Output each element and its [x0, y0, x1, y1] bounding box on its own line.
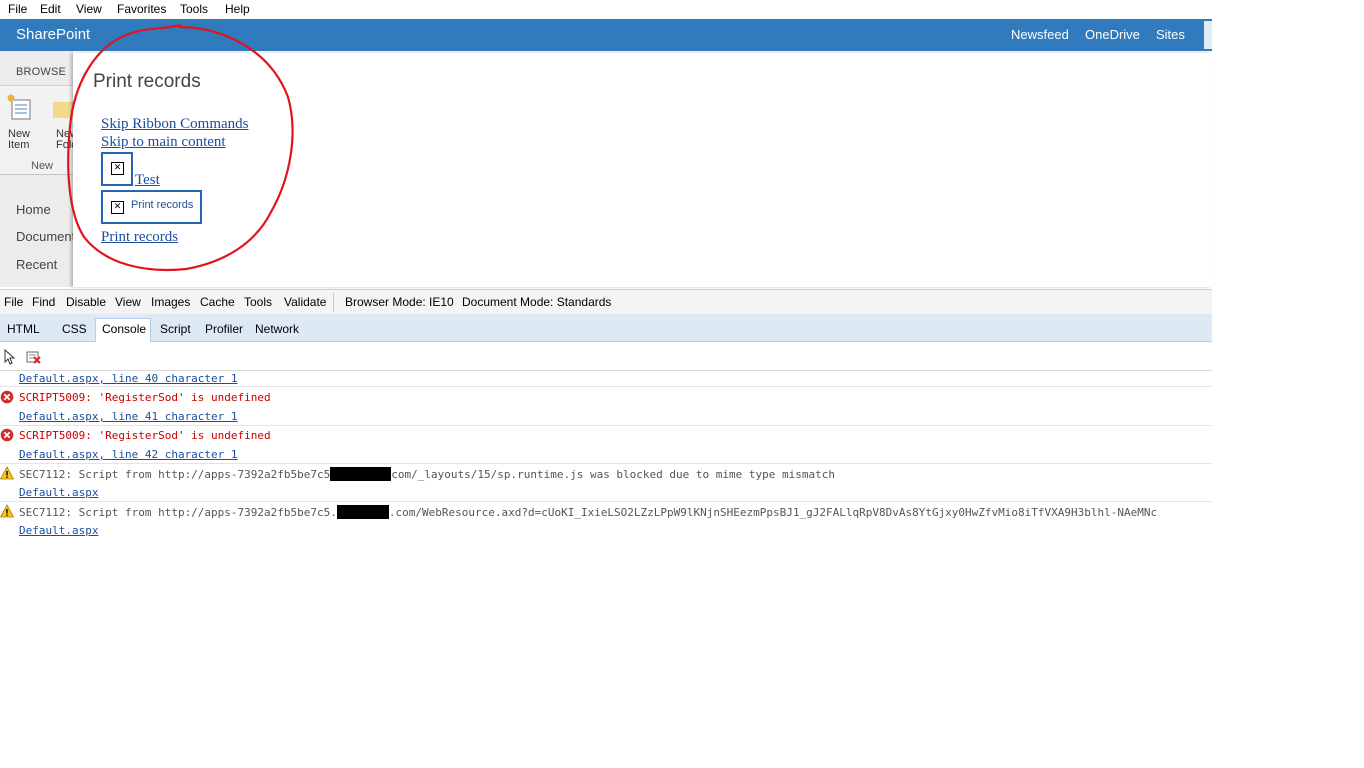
- console-entry: SEC7112: Script from http://apps-7392a2f…: [0, 502, 1212, 539]
- clear-console-icon[interactable]: [26, 351, 42, 364]
- annotation-circle: [67, 23, 294, 272]
- console-entry: SEC7112: Script from http://apps-7392a2f…: [0, 464, 1212, 502]
- console-error-message: SCRIPT5009: 'RegisterSod' is undefined: [19, 429, 271, 442]
- quick-launch-recent[interactable]: Recent: [16, 257, 73, 272]
- new-item-button[interactable]: New Item: [8, 129, 48, 151]
- ribbon-group-label: New: [31, 160, 54, 172]
- suite-link-sites[interactable]: Sites: [1156, 27, 1185, 42]
- browser-mode-menu[interactable]: Browser Mode: IE10: [345, 295, 454, 309]
- console-source-link[interactable]: Default.aspx: [19, 524, 98, 537]
- error-icon: [0, 390, 14, 404]
- console-source-link[interactable]: Default.aspx: [19, 486, 98, 499]
- suite-link-onedrive[interactable]: OneDrive: [1085, 27, 1140, 42]
- ribbon-tab-browse[interactable]: BROWSE: [16, 66, 66, 78]
- warning-icon: [0, 504, 14, 518]
- console-entry: SCRIPT5009: 'RegisterSod' is undefined D…: [0, 426, 1212, 464]
- ie-menu-help[interactable]: Help: [225, 2, 250, 16]
- devtools-menu-file[interactable]: File: [4, 295, 23, 309]
- ribbon-group-new: New Item New Folder New: [0, 86, 73, 175]
- warning-text-start: SEC7112: Script from http://apps-7392a2f…: [19, 468, 331, 481]
- devtools-menu-view[interactable]: View: [115, 295, 141, 309]
- select-element-icon[interactable]: [4, 349, 16, 365]
- console-source-link[interactable]: Default.aspx, line 41 character 1: [19, 410, 238, 423]
- redaction-bar: [330, 467, 392, 481]
- console-entry: Default.aspx, line 40 character 1: [0, 371, 1212, 387]
- tab-console[interactable]: Console: [102, 322, 146, 336]
- devtools-menu-separator: [333, 293, 334, 312]
- quick-launch-home[interactable]: Home: [16, 202, 73, 217]
- devtools-menu-cache[interactable]: Cache: [200, 295, 235, 309]
- console-source-link[interactable]: Default.aspx, line 40 character 1: [19, 372, 238, 385]
- ie-menu-view[interactable]: View: [76, 2, 102, 16]
- console-warning-message: SEC7112: Script from http://apps-7392a2f…: [19, 505, 1157, 519]
- warning-text-end: com/_layouts/15/sp.runtime.js was blocke…: [391, 468, 835, 481]
- devtools-menu-tools[interactable]: Tools: [244, 295, 272, 309]
- tab-html[interactable]: HTML: [7, 322, 40, 336]
- devtools-menu-bar: File Find Disable View Images Cache Tool…: [0, 289, 1212, 315]
- ie-menu-favorites[interactable]: Favorites: [117, 2, 166, 16]
- suite-bar-overflow: [1204, 21, 1212, 49]
- warning-text-start: SEC7112: Script from http://apps-7392a2f…: [19, 506, 337, 519]
- console-warning-message: SEC7112: Script from http://apps-7392a2f…: [19, 467, 835, 481]
- tab-profiler[interactable]: Profiler: [205, 322, 243, 336]
- tab-network[interactable]: Network: [255, 322, 299, 336]
- ribbon-area: BROWSE New Item New Folder New Home Docu…: [0, 51, 73, 287]
- console-source-link[interactable]: Default.aspx, line 42 character 1: [19, 448, 238, 461]
- console-toolbar: [0, 342, 1212, 371]
- document-mode-menu[interactable]: Document Mode: Standards: [462, 295, 611, 309]
- console-entry: SCRIPT5009: 'RegisterSod' is undefined D…: [0, 388, 1212, 426]
- ie-menu-tools[interactable]: Tools: [180, 2, 208, 16]
- tab-css[interactable]: CSS: [62, 322, 87, 336]
- ie-menu-file[interactable]: File: [8, 2, 27, 16]
- warning-text-end: .com/WebResource.axd?d=cUoKI_IxieLSO2LZz…: [388, 506, 1158, 519]
- quick-launch-documents[interactable]: Documents: [16, 229, 73, 244]
- new-item-icon[interactable]: [7, 94, 33, 120]
- devtools-menu-images[interactable]: Images: [151, 295, 190, 309]
- console-error-message: SCRIPT5009: 'RegisterSod' is undefined: [19, 391, 271, 404]
- tab-script[interactable]: Script: [160, 322, 191, 336]
- devtools-tabs: HTML CSS Console Script Profiler Network: [0, 314, 1212, 342]
- redaction-bar: [336, 505, 389, 519]
- suite-link-newsfeed[interactable]: Newsfeed: [1011, 27, 1069, 42]
- warning-icon: [0, 466, 14, 480]
- devtools-menu-disable[interactable]: Disable: [66, 295, 106, 309]
- devtools-menu-validate[interactable]: Validate: [284, 295, 326, 309]
- devtools-menu-find[interactable]: Find: [32, 295, 55, 309]
- ie-menu-edit[interactable]: Edit: [40, 2, 61, 16]
- error-icon: [0, 428, 14, 442]
